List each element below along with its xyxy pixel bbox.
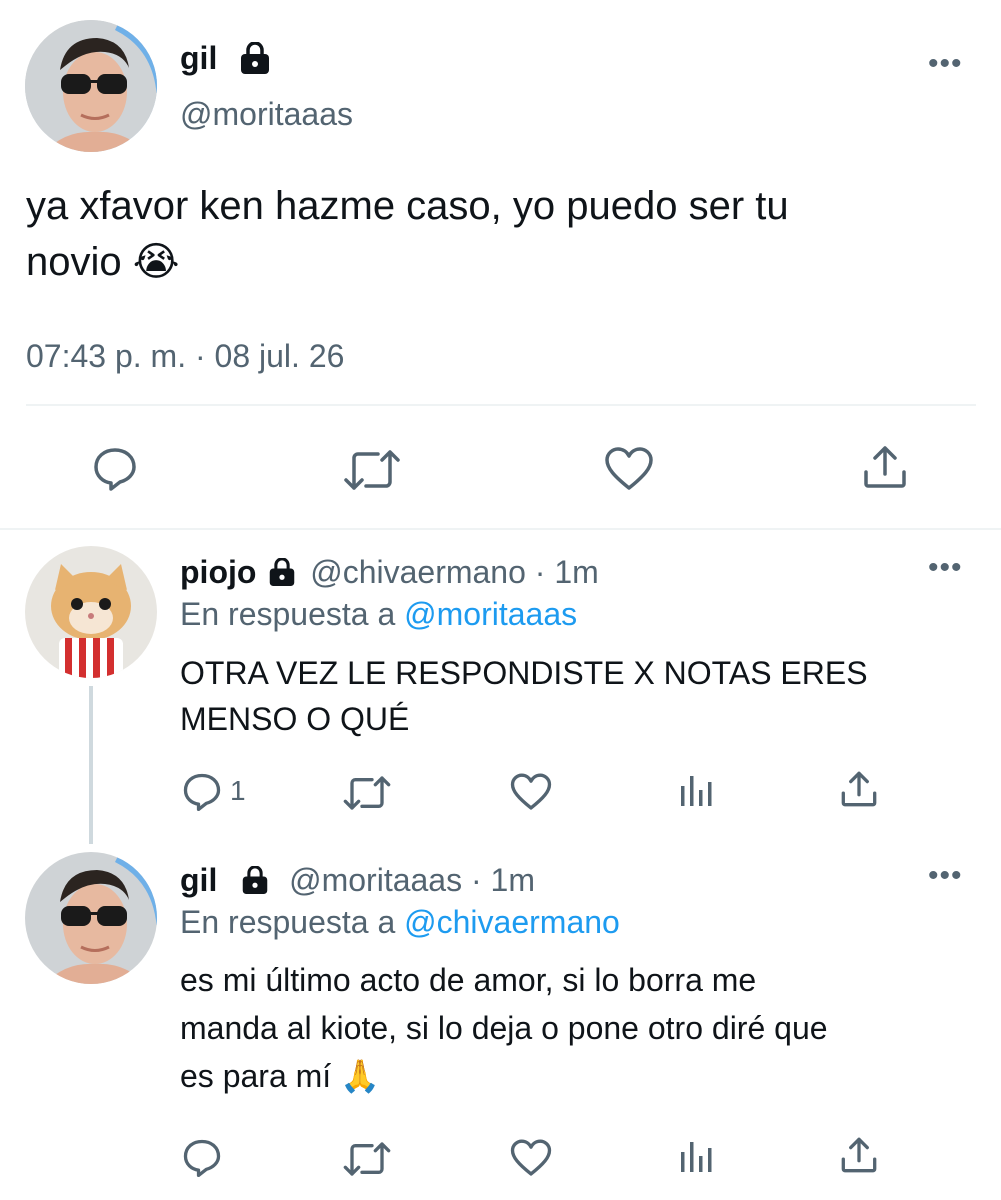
reply-icon[interactable] bbox=[182, 772, 222, 812]
tweet-text-line2: MENSO O QUÉ bbox=[180, 701, 410, 737]
lock-icon bbox=[238, 41, 272, 79]
handle[interactable]: @moritaaas bbox=[180, 94, 353, 134]
share-icon[interactable] bbox=[862, 444, 908, 490]
tweet-text-line1: OTRA VEZ LE RESPONDISTE X NOTAS ERES bbox=[180, 655, 868, 691]
tweet-text-words: es para mí bbox=[180, 1058, 332, 1094]
mention-link[interactable]: @chivaermano bbox=[404, 904, 620, 940]
timestamp[interactable]: 07:43 p. m. · 08 jul. 26 bbox=[26, 336, 344, 376]
more-options-icon[interactable]: ••• bbox=[928, 49, 963, 79]
lock-icon bbox=[240, 863, 270, 903]
reply-icon[interactable] bbox=[182, 1138, 222, 1178]
tweet-text-line1: es mi último acto de amor, si lo borra m… bbox=[180, 962, 757, 998]
tweet-text-line3: es para mí 🙏 bbox=[180, 1052, 828, 1100]
more-options-icon[interactable]: ••• bbox=[928, 553, 963, 583]
share-icon[interactable] bbox=[840, 1136, 878, 1174]
thread-line bbox=[89, 686, 93, 844]
avatar[interactable] bbox=[25, 852, 157, 984]
handle[interactable]: @moritaaas bbox=[289, 862, 462, 898]
reply-header: piojo @chivaermano · 1m bbox=[180, 552, 599, 595]
like-icon[interactable] bbox=[510, 1138, 552, 1178]
relative-time[interactable]: · 1m bbox=[471, 862, 535, 898]
analytics-icon[interactable] bbox=[678, 772, 714, 808]
avatar[interactable] bbox=[25, 546, 157, 678]
share-icon[interactable] bbox=[840, 770, 878, 808]
handle[interactable]: @chivaermano bbox=[310, 554, 526, 590]
like-icon[interactable] bbox=[604, 446, 654, 492]
folded-hands-emoji: 🙏 bbox=[340, 1058, 380, 1094]
tweet-text: OTRA VEZ LE RESPONDISTE X NOTAS ERES MEN… bbox=[180, 650, 868, 742]
tweet-text-line2: novio 😭 bbox=[26, 234, 976, 290]
analytics-icon[interactable] bbox=[678, 1138, 714, 1174]
replying-to-label: En respuesta a bbox=[180, 596, 396, 632]
divider bbox=[26, 404, 976, 406]
retweet-icon[interactable] bbox=[342, 448, 402, 492]
replying-to-label: En respuesta a bbox=[180, 904, 396, 940]
replying-to: En respuesta a @chivaermano bbox=[180, 902, 620, 942]
avatar[interactable] bbox=[25, 20, 157, 152]
tweet-text: ya xfavor ken hazme caso, yo puedo ser t… bbox=[26, 178, 976, 290]
tweet-text-line1: ya xfavor ken hazme caso, yo puedo ser t… bbox=[26, 184, 789, 228]
retweet-icon[interactable] bbox=[342, 1140, 392, 1178]
reply-header: gil @moritaaas · 1m bbox=[180, 860, 535, 903]
retweet-icon[interactable] bbox=[342, 774, 392, 812]
tweet-text-word: novio bbox=[26, 240, 122, 284]
crying-emoji: 😭 bbox=[132, 240, 180, 284]
reply-icon[interactable] bbox=[92, 446, 138, 492]
display-name[interactable]: piojo bbox=[180, 554, 256, 590]
tweet-text: es mi último acto de amor, si lo borra m… bbox=[180, 956, 828, 1100]
tweet-text-line2: manda al kiote, si lo deja o pone otro d… bbox=[180, 1010, 828, 1046]
reply-count: 1 bbox=[230, 775, 246, 806]
mention-link[interactable]: @moritaaas bbox=[404, 596, 577, 632]
replying-to: En respuesta a @moritaaas bbox=[180, 594, 577, 634]
display-name[interactable]: gil bbox=[180, 38, 217, 78]
lock-icon bbox=[267, 555, 297, 595]
relative-time[interactable]: · 1m bbox=[535, 554, 599, 590]
like-icon[interactable] bbox=[510, 772, 552, 812]
display-name[interactable]: gil bbox=[180, 862, 217, 898]
more-options-icon[interactable]: ••• bbox=[928, 861, 963, 891]
section-divider bbox=[0, 528, 1001, 530]
